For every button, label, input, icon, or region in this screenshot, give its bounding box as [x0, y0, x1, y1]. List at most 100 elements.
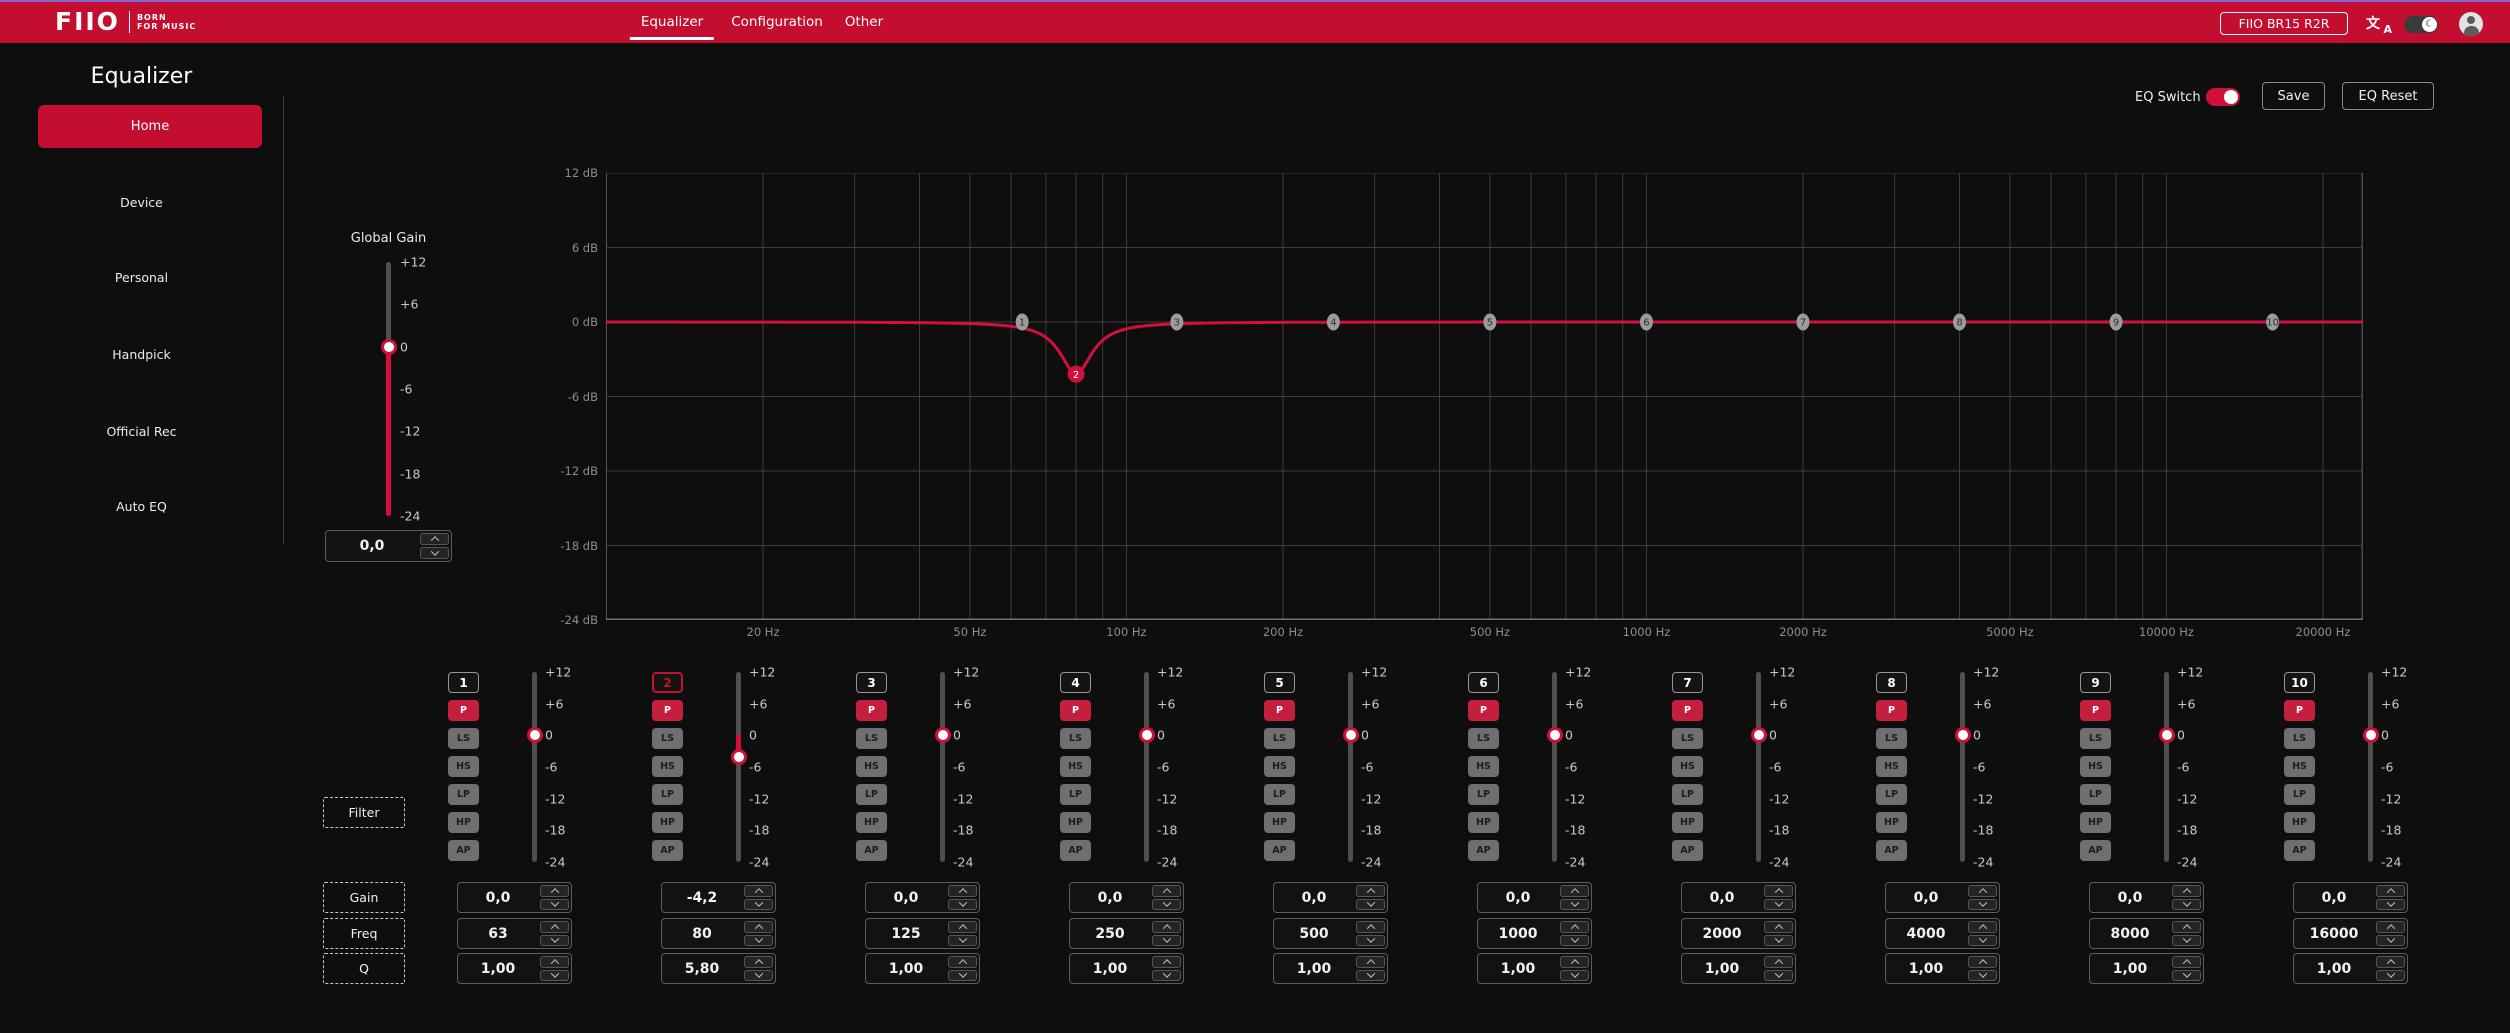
band-2-gain-input-increment-button[interactable]	[744, 885, 773, 897]
band-5-freq-input-value[interactable]: 500	[1274, 919, 1354, 948]
band-7-filter-ap-button[interactable]: AP	[1672, 840, 1703, 861]
tab-other[interactable]: Other	[834, 2, 894, 41]
band-8-freq-input-increment-button[interactable]	[1968, 921, 1997, 933]
band-9-freq-input[interactable]: 8000	[2089, 918, 2204, 949]
band-4-filter-hs-button[interactable]: HS	[1060, 756, 1091, 777]
band-6-gain-input-increment-button[interactable]	[1560, 885, 1589, 897]
band-7-filter-p-button[interactable]: P	[1672, 700, 1703, 721]
band-1-gain-input-decrement-button[interactable]	[540, 898, 569, 910]
band-7-slider-thumb[interactable]	[1751, 727, 1767, 744]
band-8-filter-lp-button[interactable]: LP	[1876, 784, 1907, 805]
band-8-number-button[interactable]: 8	[1876, 672, 1907, 693]
sidebar-item-home[interactable]: Home	[38, 105, 262, 148]
band-2-freq-input-decrement-button[interactable]	[744, 934, 773, 946]
language-icon[interactable]: 文 A	[2366, 13, 2392, 36]
band-8-filter-hs-button[interactable]: HS	[1876, 756, 1907, 777]
band-3-q-input[interactable]: 1,00	[865, 953, 980, 984]
band-1-freq-input-decrement-button[interactable]	[540, 934, 569, 946]
band-1-slider-thumb[interactable]	[527, 727, 543, 744]
band-2-gain-input-decrement-button[interactable]	[744, 898, 773, 910]
band-9-freq-input-increment-button[interactable]	[2172, 921, 2201, 933]
band-4-filter-p-button[interactable]: P	[1060, 700, 1091, 721]
graph-band-marker-7[interactable]: 7	[1796, 313, 1810, 331]
band-1-q-input-value[interactable]: 1,00	[458, 954, 538, 983]
band-9-gain-input-decrement-button[interactable]	[2172, 898, 2201, 910]
band-1-filter-ap-button[interactable]: AP	[448, 840, 479, 861]
band-2-q-input-value[interactable]: 5,80	[662, 954, 742, 983]
band-8-gain-input-increment-button[interactable]	[1968, 885, 1997, 897]
band-7-filter-ls-button[interactable]: LS	[1672, 728, 1703, 749]
band-gain-slider[interactable]	[1144, 672, 1149, 862]
band-9-filter-ls-button[interactable]: LS	[2080, 728, 2111, 749]
band-9-filter-ap-button[interactable]: AP	[2080, 840, 2111, 861]
band-4-q-input-increment-button[interactable]	[1152, 956, 1181, 968]
band-5-freq-input[interactable]: 500	[1273, 918, 1388, 949]
band-5-gain-input-increment-button[interactable]	[1356, 885, 1385, 897]
sidebar-item-personal[interactable]: Personal	[0, 270, 283, 285]
band-3-filter-p-button[interactable]: P	[856, 700, 887, 721]
band-3-gain-input-increment-button[interactable]	[948, 885, 977, 897]
band-10-q-input[interactable]: 1,00	[2293, 953, 2408, 984]
graph-band-marker-6[interactable]: 6	[1639, 313, 1653, 331]
band-2-filter-lp-button[interactable]: LP	[652, 784, 683, 805]
band-10-q-input-decrement-button[interactable]	[2376, 969, 2405, 981]
band-9-filter-hs-button[interactable]: HS	[2080, 756, 2111, 777]
band-6-slider-thumb[interactable]	[1547, 727, 1563, 744]
band-2-filter-p-button[interactable]: P	[652, 700, 683, 721]
sidebar-item-handpick[interactable]: Handpick	[0, 347, 283, 362]
band-9-q-input[interactable]: 1,00	[2089, 953, 2204, 984]
band-5-q-input-increment-button[interactable]	[1356, 956, 1385, 968]
band-3-filter-ls-button[interactable]: LS	[856, 728, 887, 749]
band-2-gain-input-value[interactable]: -4,2	[662, 883, 742, 912]
band-7-filter-lp-button[interactable]: LP	[1672, 784, 1703, 805]
global-gain-slider-thumb[interactable]	[381, 339, 397, 355]
band-5-freq-input-decrement-button[interactable]	[1356, 934, 1385, 946]
band-4-gain-input[interactable]: 0,0	[1069, 882, 1184, 913]
band-7-gain-input-value[interactable]: 0,0	[1682, 883, 1762, 912]
band-7-q-input-value[interactable]: 1,00	[1682, 954, 1762, 983]
band-8-gain-input-decrement-button[interactable]	[1968, 898, 1997, 910]
band-9-slider-thumb[interactable]	[2159, 727, 2175, 744]
band-4-filter-lp-button[interactable]: LP	[1060, 784, 1091, 805]
band-4-freq-input-increment-button[interactable]	[1152, 921, 1181, 933]
global-gain-input[interactable]: 0,0	[325, 530, 452, 562]
band-8-q-input[interactable]: 1,00	[1885, 953, 2000, 984]
band-8-q-input-decrement-button[interactable]	[1968, 969, 1997, 981]
band-7-gain-input[interactable]: 0,0	[1681, 882, 1796, 913]
graph-band-marker-8[interactable]: 8	[1953, 313, 1967, 331]
band-6-filter-ap-button[interactable]: AP	[1468, 840, 1499, 861]
save-button[interactable]: Save	[2262, 82, 2325, 110]
band-3-filter-hs-button[interactable]: HS	[856, 756, 887, 777]
band-8-gain-input[interactable]: 0,0	[1885, 882, 2000, 913]
band-1-freq-input-increment-button[interactable]	[540, 921, 569, 933]
band-1-filter-hp-button[interactable]: HP	[448, 812, 479, 833]
band-2-filter-hs-button[interactable]: HS	[652, 756, 683, 777]
graph-band-marker-9[interactable]: 9	[2109, 313, 2123, 331]
device-name-button[interactable]: FIIO BR15 R2R	[2220, 12, 2348, 35]
band-6-freq-input[interactable]: 1000	[1477, 918, 1592, 949]
band-9-freq-input-value[interactable]: 8000	[2090, 919, 2170, 948]
band-10-filter-hs-button[interactable]: HS	[2284, 756, 2315, 777]
eq-switch-toggle[interactable]	[2206, 88, 2240, 106]
band-1-number-button[interactable]: 1	[448, 672, 479, 693]
band-10-q-input-value[interactable]: 1,00	[2294, 954, 2374, 983]
band-1-gain-input-increment-button[interactable]	[540, 885, 569, 897]
graph-band-marker-3[interactable]: 3	[1170, 313, 1184, 331]
band-4-freq-input-decrement-button[interactable]	[1152, 934, 1181, 946]
band-8-freq-input[interactable]: 4000	[1885, 918, 2000, 949]
graph-band-marker-10[interactable]: 10	[2266, 313, 2280, 331]
band-8-filter-ls-button[interactable]: LS	[1876, 728, 1907, 749]
band-5-filter-ap-button[interactable]: AP	[1264, 840, 1295, 861]
band-8-filter-hp-button[interactable]: HP	[1876, 812, 1907, 833]
band-10-number-button[interactable]: 10	[2284, 672, 2315, 693]
band-1-filter-ls-button[interactable]: LS	[448, 728, 479, 749]
band-4-freq-input-value[interactable]: 250	[1070, 919, 1150, 948]
band-gain-slider[interactable]	[1960, 672, 1965, 862]
band-4-q-input-decrement-button[interactable]	[1152, 969, 1181, 981]
band-9-freq-input-decrement-button[interactable]	[2172, 934, 2201, 946]
band-8-q-input-increment-button[interactable]	[1968, 956, 1997, 968]
band-1-q-input-decrement-button[interactable]	[540, 969, 569, 981]
band-gain-slider[interactable]	[1552, 672, 1557, 862]
band-2-filter-ap-button[interactable]: AP	[652, 840, 683, 861]
band-3-freq-input-increment-button[interactable]	[948, 921, 977, 933]
